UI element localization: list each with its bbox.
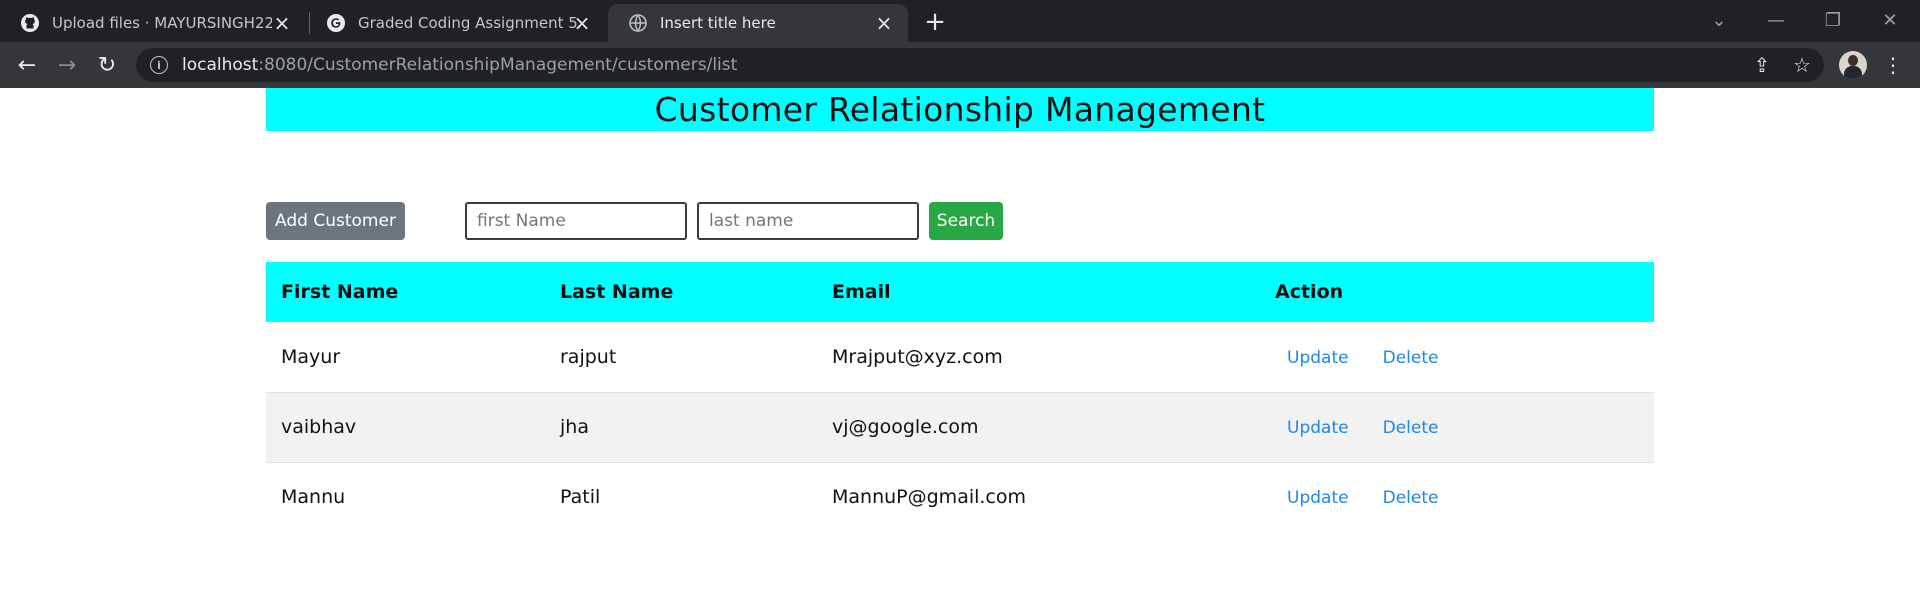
new-tab-icon[interactable]: + [922,7,948,37]
cell-action: Update Delete [1260,462,1654,532]
url-text: localhost:8080/CustomerRelationshipManag… [182,55,737,75]
delete-link[interactable]: Delete [1383,418,1439,438]
tab-title: Insert title here [660,14,776,32]
close-tab-icon[interactable]: × [874,11,894,35]
url-path: :8080/CustomerRelationshipManagement/cus… [258,55,738,75]
first-name-input[interactable] [465,202,687,240]
forward-icon[interactable]: → [50,48,84,82]
browser-toolbar: ← → ↻ i localhost:8080/CustomerRelations… [0,42,1920,88]
tab-search-chevron-icon[interactable]: ⌄ [1699,4,1739,36]
search-button[interactable]: Search [929,202,1003,240]
tab-upload-files[interactable]: Upload files · MAYURSINGH2206/ × [0,4,306,42]
update-link[interactable]: Update [1287,348,1349,368]
add-customer-button[interactable]: Add Customer [266,202,405,240]
update-link[interactable]: Update [1287,418,1349,438]
customers-table: First Name Last Name Email Action Mayur … [266,262,1654,532]
delete-link[interactable]: Delete [1383,488,1439,508]
restore-icon[interactable]: ❐ [1813,4,1853,36]
tab-title: Upload files · MAYURSINGH2206/ [52,14,272,32]
page-header: Customer Relationship Management [266,88,1654,131]
page-title: Customer Relationship Management [654,90,1266,129]
table-row: Mayur rajput Mrajput@xyz.com Update Dele… [266,322,1654,392]
cell-action: Update Delete [1260,322,1654,392]
google-icon [326,13,346,33]
tab-title: Graded Coding Assignment 5: Da [358,14,580,32]
page-content: Customer Relationship Management Add Cus… [0,88,1920,590]
table-header-row: First Name Last Name Email Action [266,262,1654,322]
close-window-icon[interactable]: ✕ [1870,4,1910,36]
share-icon[interactable]: ⇪ [1745,48,1779,82]
minimize-icon[interactable]: — [1756,4,1796,36]
delete-link[interactable]: Delete [1383,348,1439,368]
address-bar[interactable]: i localhost:8080/CustomerRelationshipMan… [136,48,1824,82]
column-header-email: Email [832,281,891,303]
cell-email: vj@google.com [832,416,979,438]
update-link[interactable]: Update [1287,488,1349,508]
url-host: localhost [182,55,259,75]
browser-tab-strip: Upload files · MAYURSINGH2206/ × Graded … [0,0,1920,42]
table-row: vaibhav jha vj@google.com Update Delete [266,392,1654,462]
table-row: Mannu Patil MannuP@gmail.com Update Dele… [266,462,1654,532]
cell-action: Update Delete [1260,392,1654,462]
cell-first-name: vaibhav [281,416,357,438]
back-icon[interactable]: ← [10,48,44,82]
tab-insert-title[interactable]: Insert title here × [608,4,908,42]
cell-first-name: Mayur [281,345,341,368]
globe-icon [628,13,648,33]
close-tab-icon[interactable]: × [572,11,592,35]
cell-last-name: rajput [560,345,617,368]
menu-kebab-icon[interactable]: ⋮ [1876,48,1910,82]
cell-last-name: jha [560,416,589,438]
profile-avatar[interactable] [1839,51,1867,79]
column-header-action: Action [1275,281,1344,303]
bookmark-star-icon[interactable]: ☆ [1785,48,1819,82]
close-tab-icon[interactable]: × [272,11,292,35]
tab-graded-assignment[interactable]: Graded Coding Assignment 5: Da × [306,4,606,42]
site-info-icon[interactable]: i [150,56,168,74]
avatar-body [1844,66,1862,79]
cell-email: Mrajput@xyz.com [832,345,1003,368]
cell-email: MannuP@gmail.com [832,486,1027,509]
column-header-last-name: Last Name [560,281,674,303]
reload-icon[interactable]: ↻ [90,48,124,82]
cell-last-name: Patil [560,486,601,509]
column-header-first-name: First Name [281,281,399,303]
avatar-head [1848,55,1858,66]
last-name-input[interactable] [697,202,919,240]
github-icon [20,13,40,33]
cell-first-name: Mannu [281,486,346,509]
